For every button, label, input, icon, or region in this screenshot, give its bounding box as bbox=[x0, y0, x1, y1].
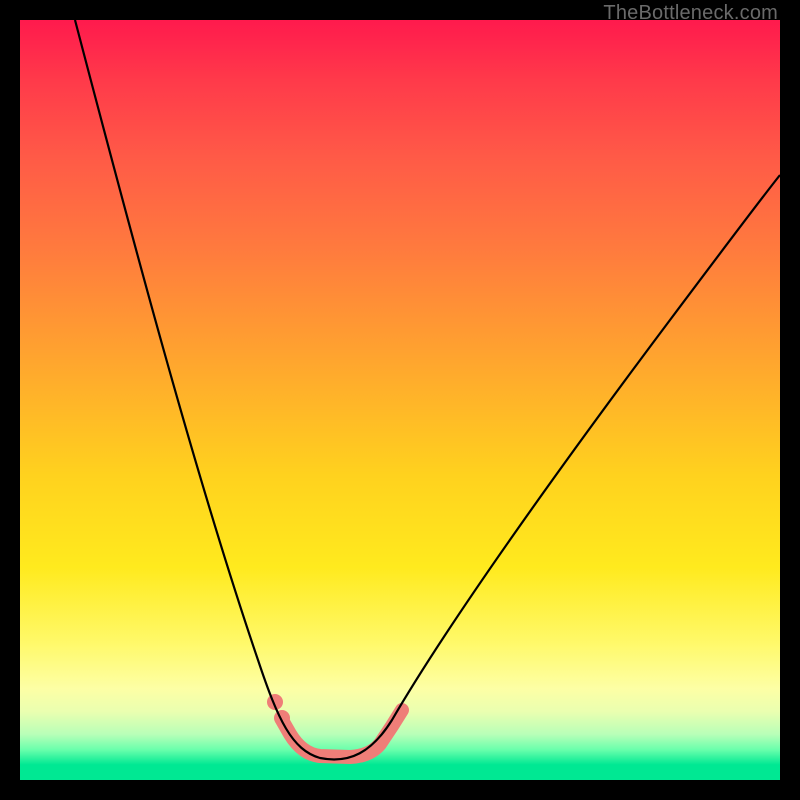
plot-area bbox=[20, 20, 780, 780]
chart-frame: TheBottleneck.com bbox=[0, 0, 800, 800]
curve-layer bbox=[20, 20, 780, 780]
bottleneck-curve bbox=[75, 20, 780, 759]
optimal-band bbox=[267, 694, 402, 757]
optimal-band-path bbox=[282, 710, 402, 757]
